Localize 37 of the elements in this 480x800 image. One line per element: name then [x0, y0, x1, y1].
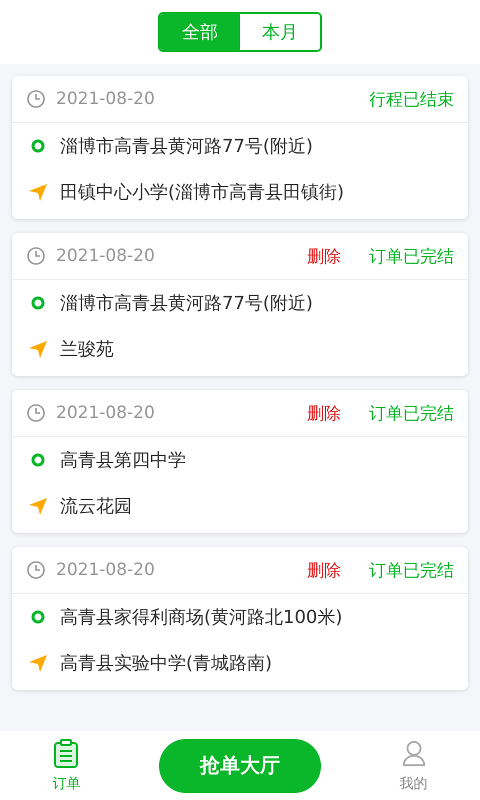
start-address: 淄博市高青县黄河路77号(附近) [60, 292, 313, 315]
clock-icon [26, 246, 46, 266]
order-status: 订单已完结 [369, 246, 454, 268]
grab-orders-button[interactable]: 抢单大厅 [158, 738, 321, 792]
clock-icon [26, 89, 46, 109]
navigation-arrow-icon [28, 653, 48, 673]
nav-label[interactable]: 订单 [52, 774, 80, 792]
nav-label[interactable]: 我的 [400, 774, 428, 792]
clock-icon [26, 403, 46, 423]
filter-tab[interactable]: 全部 [160, 14, 240, 50]
order-card[interactable]: 2021-08-20 删除 订单已完结 淄博市高青县黄河路77号(附近) 兰骏苑 [12, 233, 468, 376]
order-date: 2021-08-20 [56, 560, 155, 580]
order-status: 订单已完结 [369, 560, 454, 582]
navigation-arrow-icon [28, 182, 48, 202]
delete-link[interactable]: 删除 [307, 244, 341, 268]
clock-icon [26, 560, 46, 580]
order-card[interactable]: 2021-08-20 行程已结束 淄博市高青县黄河路77号(附近) 田镇中心小学(淄博市高青县田镇街) [12, 76, 468, 219]
navigation-arrow-icon [28, 339, 48, 359]
clipboard-icon[interactable] [53, 738, 80, 768]
order-date: 2021-08-20 [56, 246, 155, 266]
start-address: 高青县第四中学 [60, 449, 186, 472]
start-address: 高青县家得利商场(黄河路北100米) [60, 606, 342, 629]
delete-link[interactable]: 删除 [307, 402, 341, 424]
destination-address: 流云花园 [60, 495, 132, 518]
start-address: 淄博市高青县黄河路77号(附近) [60, 135, 313, 158]
order-card[interactable]: 2021-08-20 删除 订单已完结 高青县家得利商场(黄河路北100米) 高青县实验中学(青城路南) [12, 547, 468, 690]
destination-address: 田镇中心小学(淄博市高青县田镇街) [60, 181, 344, 204]
order-date: 2021-08-20 [56, 89, 155, 109]
user-icon[interactable] [400, 738, 427, 768]
navigation-arrow-icon [28, 496, 48, 516]
delete-link[interactable]: 删除 [307, 558, 341, 582]
destination-address: 高青县实验中学(青城路南) [60, 652, 272, 675]
order-status: 行程已结束 [369, 88, 454, 110]
order-status: 订单已完结 [369, 402, 454, 424]
order-card[interactable]: 2021-08-20 删除 订单已完结 高青县第四中学 流云花园 [12, 390, 468, 533]
destination-address: 兰骏苑 [60, 338, 114, 361]
order-date: 2021-08-20 [56, 403, 155, 423]
